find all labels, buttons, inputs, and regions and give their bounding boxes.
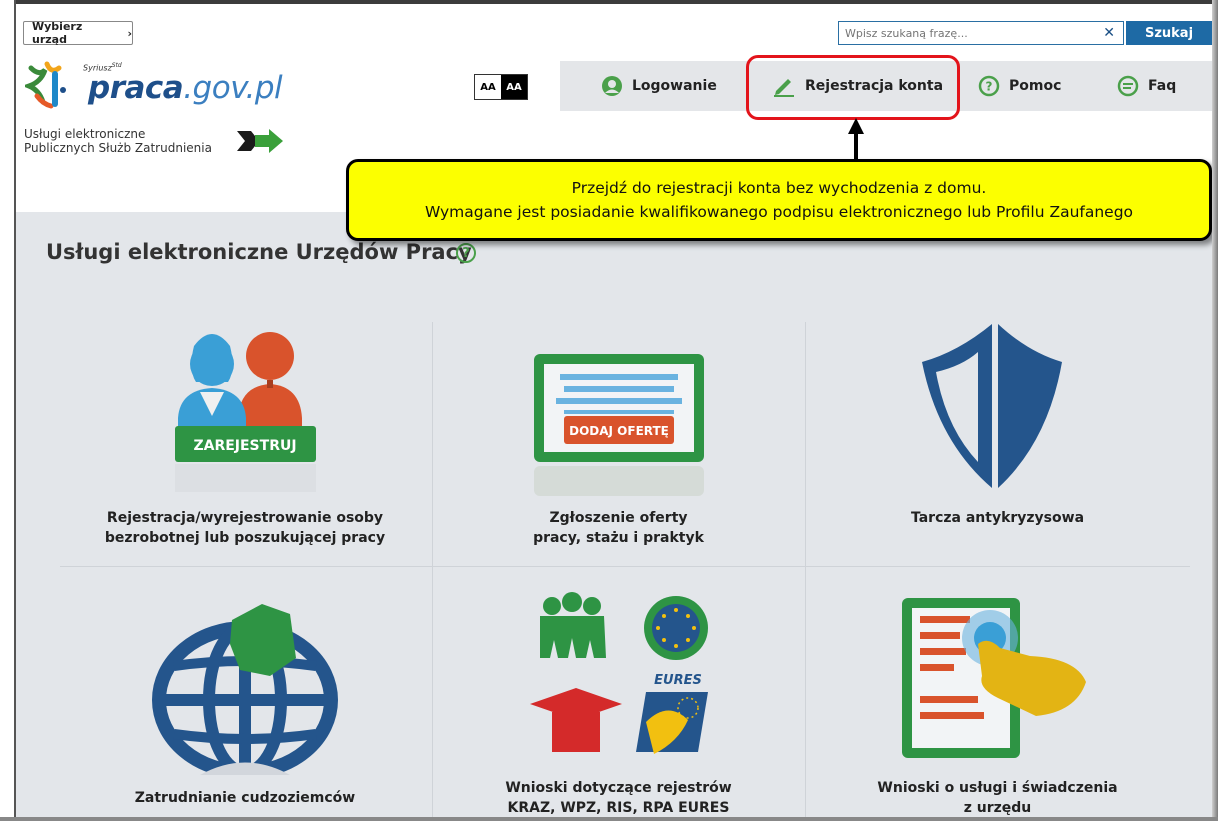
select-office-button[interactable]: Wybierz urząd › xyxy=(23,20,133,46)
font-size-large-button[interactable]: AA xyxy=(501,75,527,99)
font-size-normal-button[interactable]: AA xyxy=(475,75,501,99)
search-button[interactable]: Szukaj xyxy=(1126,21,1212,45)
nav-help-label: Pomoc xyxy=(1009,78,1062,94)
page-title: Usługi elektroniczne Urzędów Pracy xyxy=(46,240,472,264)
psz-arrows-icon xyxy=(237,129,283,153)
grid-divider xyxy=(432,322,433,821)
browser-frame: Wybierz urząd › ✕ Szukaj SyriuszStd prac… xyxy=(0,0,1218,821)
eu-circle-icon xyxy=(644,596,708,660)
praca-gov-logo[interactable]: SyriuszStd praca.gov.pl xyxy=(21,56,295,111)
svg-text:ZAREJESTRUJ: ZAREJESTRUJ xyxy=(193,438,296,454)
nav-login[interactable]: Logowanie xyxy=(601,61,717,111)
callout-arrow-icon xyxy=(848,118,864,162)
logo-tagline: Usługi elektroniczne Publicznych Służb Z… xyxy=(24,127,212,155)
tile-foreign-label: Zatrudnianie cudzoziemców xyxy=(134,790,356,806)
tile-shield-label: Tarcza antykryzysowa xyxy=(910,510,1085,526)
tile-registries-label: Wnioski dotyczące rejestrów KRAZ, WPZ, R… xyxy=(505,780,732,816)
user-circle-icon xyxy=(602,76,622,96)
tile-job-offer-label: Zgłoszenie oferty pracy, stażu i praktyk xyxy=(533,510,704,546)
chat-bubble-icon xyxy=(1117,75,1139,97)
clear-search-icon[interactable]: ✕ xyxy=(1103,25,1115,41)
globe-poland-icon xyxy=(152,604,338,775)
graduation-cap-icon xyxy=(530,688,622,752)
nav-faq[interactable]: Faq xyxy=(1117,61,1176,111)
registration-callout: Przejdź do rejestracji konta bez wychodz… xyxy=(346,159,1212,241)
eures-logo-icon: EURES xyxy=(636,673,708,754)
people-register-icon: ZAREJESTRUJ xyxy=(175,332,316,492)
question-circle-icon: ? xyxy=(978,75,1000,97)
nav-help[interactable]: ? Pomoc xyxy=(978,61,1061,111)
nav-faq-label: Faq xyxy=(1148,78,1177,94)
highlight-box xyxy=(746,55,960,120)
frame-shadow-bottom xyxy=(0,817,1218,821)
grid-divider xyxy=(805,322,806,821)
chevron-right-icon: › xyxy=(127,26,132,40)
tile-applications-label: Wnioski o usługi i świadczenia z urzędu xyxy=(877,780,1118,816)
registries-icons: EURES xyxy=(530,592,708,754)
search-input[interactable] xyxy=(839,25,1097,41)
logo-emblem-icon xyxy=(21,61,66,109)
frame-shadow-right xyxy=(1212,0,1218,821)
search-box: ✕ xyxy=(838,21,1124,45)
help-circle-icon[interactable]: ? xyxy=(456,243,476,263)
font-size-switch: AA AA xyxy=(474,74,528,100)
group-people-icon xyxy=(540,592,606,658)
frame-top-border xyxy=(14,0,1212,4)
shield-icon xyxy=(922,324,1062,488)
document-touch-icon xyxy=(902,598,1086,758)
logo-wordmark: praca.gov.pl xyxy=(88,70,283,106)
select-office-label: Wybierz urząd xyxy=(32,20,83,46)
add-offer-icon: DODAJ OFERTĘ xyxy=(534,354,704,496)
tile-registration-label: Rejestracja/wyrejestrowanie osoby bezrob… xyxy=(104,510,386,546)
svg-text:EURES: EURES xyxy=(654,673,702,688)
grid-divider xyxy=(60,566,1190,567)
svg-text:?: ? xyxy=(986,80,993,94)
nav-login-label: Logowanie xyxy=(632,78,717,94)
svg-text:DODAJ OFERTĘ: DODAJ OFERTĘ xyxy=(569,424,669,438)
